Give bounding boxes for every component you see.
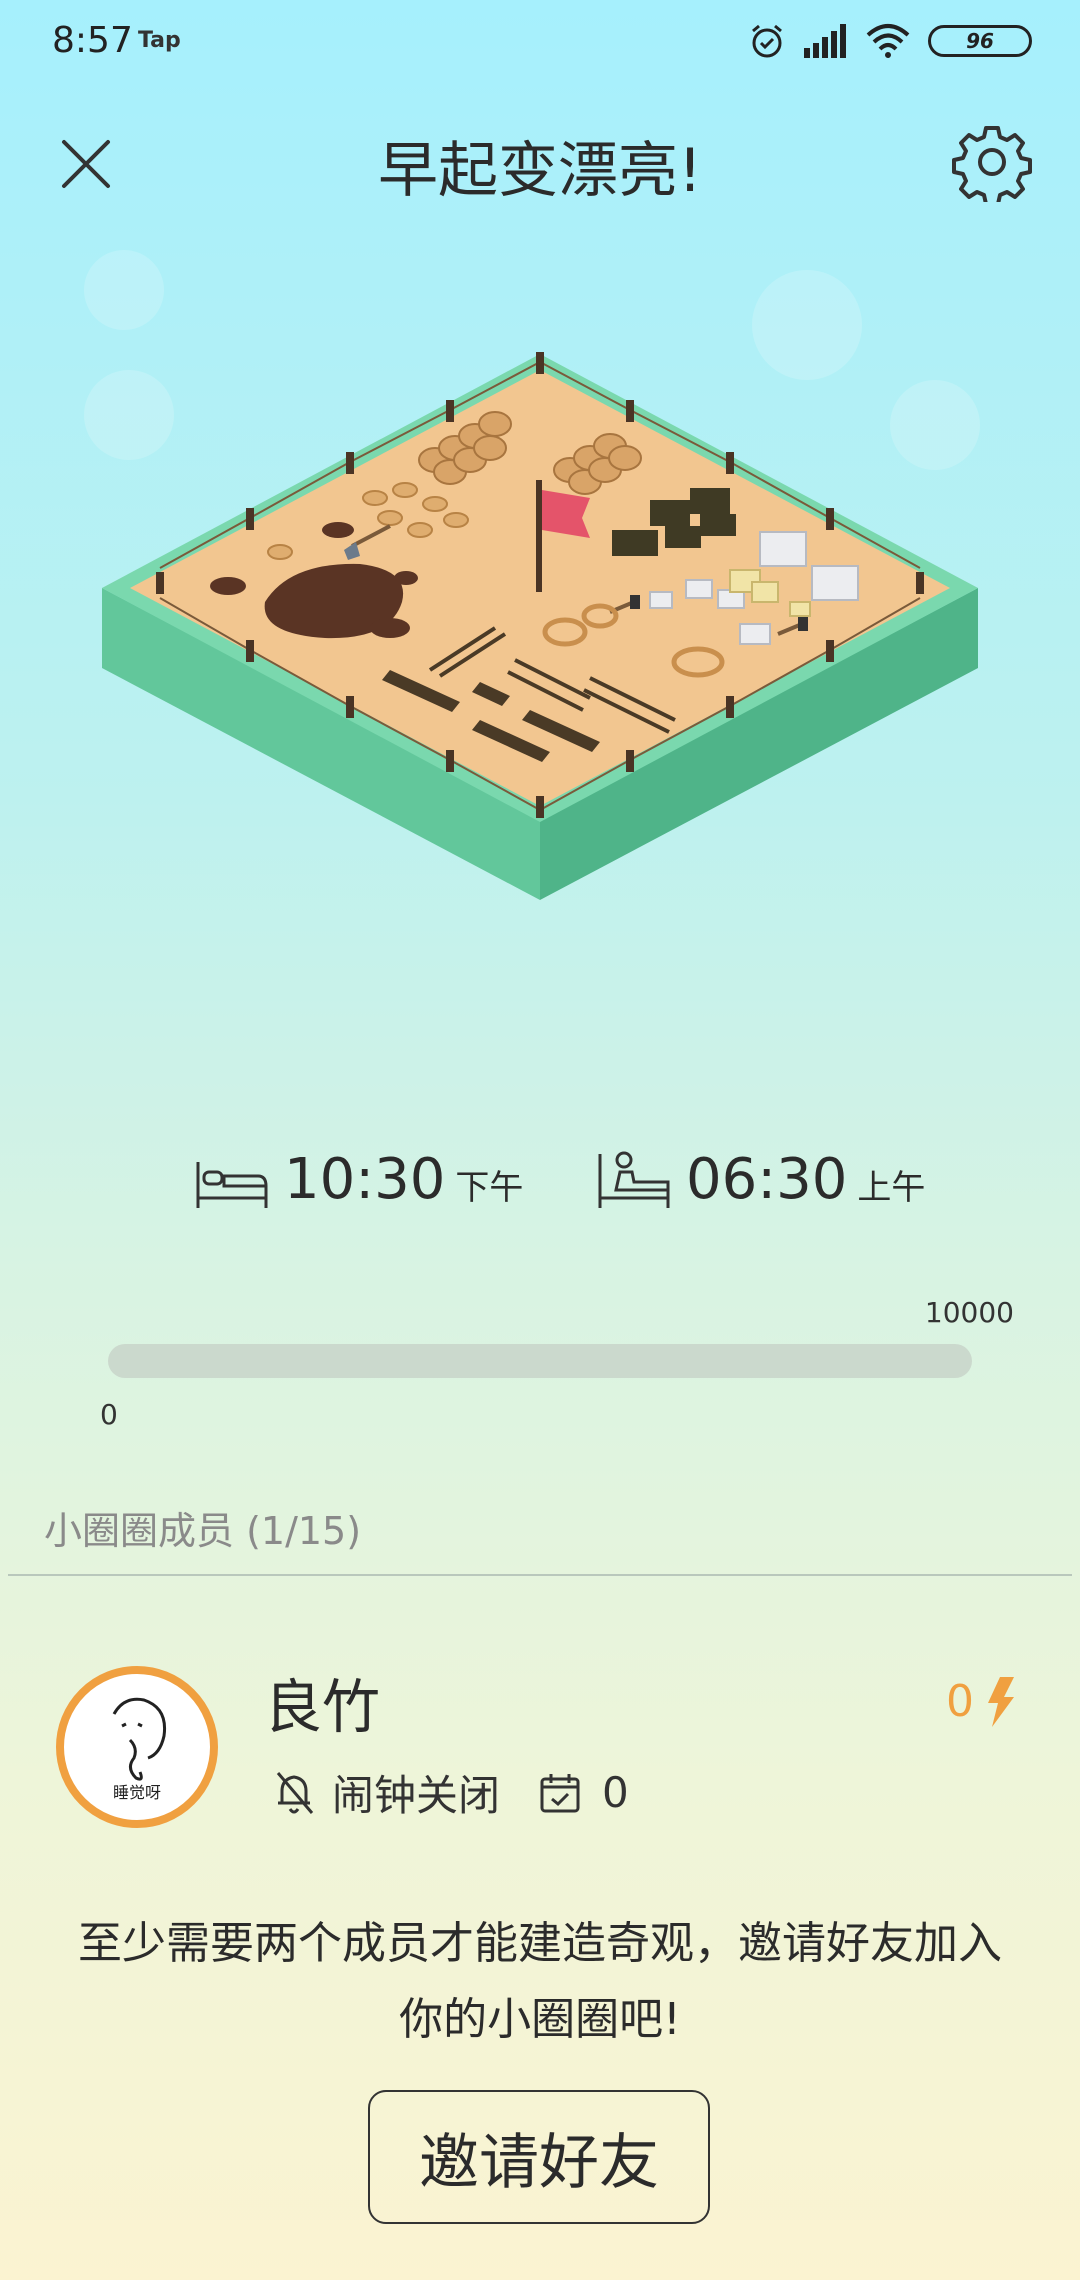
alarm-status-text: 闹钟关闭 bbox=[332, 1771, 501, 1820]
status-icons: 96 bbox=[748, 22, 1032, 60]
header: 早起变漂亮! bbox=[0, 110, 1080, 220]
avatar[interactable]: 睡觉呀 bbox=[56, 1666, 218, 1828]
wonder-construction-site-illustration bbox=[102, 352, 978, 900]
alarm-off-icon bbox=[276, 1771, 314, 1814]
alarm-icon bbox=[752, 24, 782, 58]
member-name: 良竹 bbox=[264, 1673, 381, 1741]
bed-icon bbox=[196, 1162, 268, 1208]
bedtime-item[interactable]: 10:30 下午 bbox=[194, 1150, 523, 1210]
status-tap-label: Tap bbox=[138, 28, 181, 53]
lightning-icon bbox=[988, 1676, 1014, 1727]
wifi-icon bbox=[866, 24, 910, 58]
member-row[interactable]: 睡觉呀 良竹 闹钟关闭 0 0 bbox=[0, 1660, 1080, 1830]
bedtime-time: 10:30 bbox=[284, 1147, 446, 1212]
wake-up-icon bbox=[598, 1151, 670, 1208]
progress-bar bbox=[108, 1344, 972, 1378]
energy-value: 0 bbox=[946, 1676, 974, 1727]
progress-min-label: 0 bbox=[100, 1398, 118, 1431]
checkin-count: 0 bbox=[602, 1768, 629, 1817]
divider bbox=[8, 1574, 1072, 1576]
gear-icon[interactable] bbox=[952, 122, 1032, 202]
notice-line-2: 你的小圈圈吧! bbox=[399, 1994, 681, 2045]
progress-max-label: 10000 bbox=[924, 1296, 1014, 1329]
signal-icon bbox=[804, 24, 846, 58]
battery-icon: 96 bbox=[928, 25, 1032, 57]
status-bar: 8:57 Tap 96 bbox=[0, 0, 1080, 90]
status-time: 8:57 bbox=[52, 20, 133, 61]
members-section-title: 小圈圈成员 (1/15) bbox=[44, 1509, 362, 1553]
avatar-text: 睡觉呀 bbox=[113, 1783, 161, 1802]
wake-item[interactable]: 06:30 上午 bbox=[596, 1150, 925, 1210]
wake-time: 06:30 bbox=[686, 1147, 848, 1212]
avatar-doodle: 睡觉呀 bbox=[112, 1697, 167, 1802]
bg-bubble bbox=[84, 250, 164, 330]
member-energy: 0 bbox=[946, 1676, 1016, 1727]
member-status: 闹钟关闭 0 bbox=[272, 1762, 629, 1823]
calendar-check-icon bbox=[540, 1773, 580, 1812]
invite-notice: 至少需要两个成员才能建造奇观，邀请好友加入 你的小圈圈吧! bbox=[40, 1906, 1040, 2058]
battery-level: 96 bbox=[966, 29, 994, 53]
page-title: 早起变漂亮! bbox=[377, 136, 703, 206]
invite-friends-button[interactable]: 邀请好友 bbox=[368, 2090, 710, 2224]
notice-line-1: 至少需要两个成员才能建造奇观，邀请好友加入 bbox=[78, 1918, 1002, 1969]
wake-period: 上午 bbox=[857, 1168, 926, 1208]
bedtime-period: 下午 bbox=[455, 1168, 524, 1208]
sleep-schedule: 10:30 下午 06:30 上午 bbox=[0, 1150, 1080, 1230]
